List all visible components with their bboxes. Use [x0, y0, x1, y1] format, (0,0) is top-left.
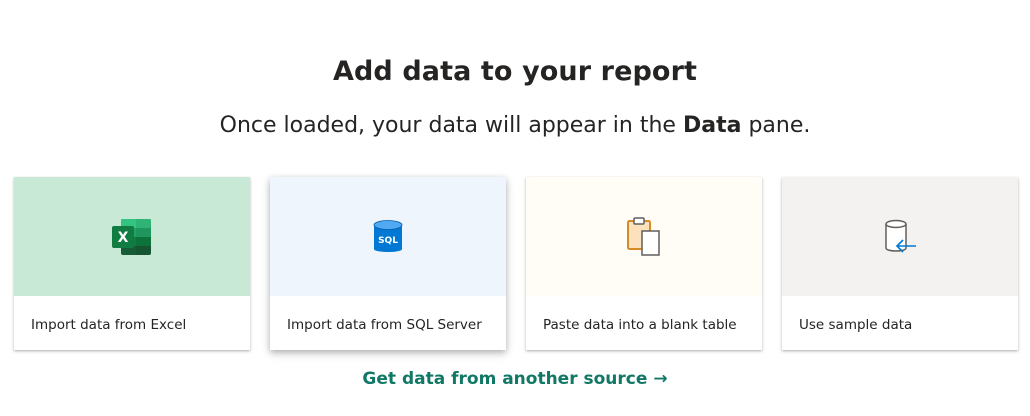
- svg-text:X: X: [118, 230, 129, 246]
- import-excel-card[interactable]: X Import data from Excel: [14, 177, 250, 350]
- card-label: Import data from SQL Server: [287, 317, 482, 333]
- svg-text:SQL: SQL: [378, 236, 398, 246]
- import-sql-server-card[interactable]: SQL Import data from SQL Server: [270, 177, 506, 350]
- sample-data-card[interactable]: Use sample data: [782, 177, 1018, 350]
- card-label: Import data from Excel: [31, 317, 187, 333]
- paste-icon: [627, 216, 660, 256]
- get-data-other-source-link[interactable]: Get data from another source →: [0, 369, 1030, 389]
- card-label: Use sample data: [799, 317, 913, 333]
- card-image-area: SQL: [270, 177, 506, 296]
- excel-icon: X: [112, 218, 151, 255]
- subtitle-bold-text: Data: [682, 113, 742, 138]
- subtitle-text: Once loaded, your data will appear in th…: [219, 113, 683, 138]
- card-label: Paste data into a blank table: [543, 317, 737, 333]
- page-title: Add data to your report: [333, 56, 697, 87]
- sql-database-icon: SQL: [373, 219, 403, 252]
- page-subtitle: Once loaded, your data will appear in th…: [0, 113, 1030, 138]
- sample-data-icon: [885, 219, 916, 253]
- card-image-area: X: [14, 177, 250, 296]
- card-image-area: [782, 177, 1018, 296]
- subtitle-suffix-text: pane.: [741, 113, 811, 138]
- card-image-area: [526, 177, 762, 296]
- paste-data-card[interactable]: Paste data into a blank table: [526, 177, 762, 350]
- data-source-cards: X Import data from Excel SQL Import data…: [14, 177, 1018, 350]
